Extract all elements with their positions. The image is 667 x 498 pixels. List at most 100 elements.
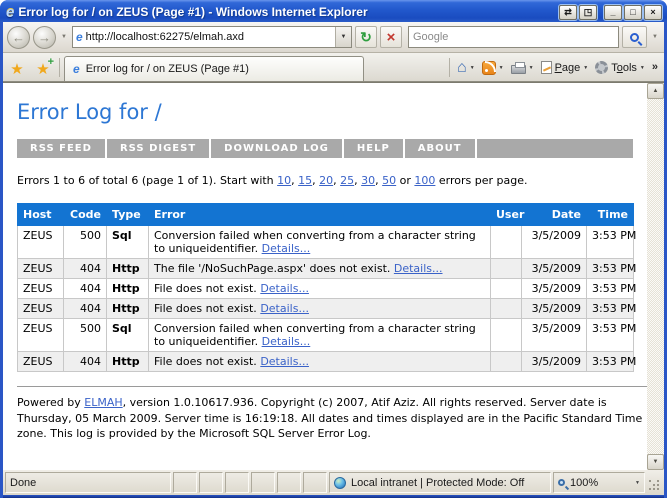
cell-host: ZEUS (17, 318, 64, 352)
cell-code: 404 (63, 298, 107, 319)
address-input[interactable] (85, 31, 332, 43)
nav-item-rss-feed[interactable]: RSS FEED (17, 139, 107, 158)
stop-button[interactable]: × (379, 26, 402, 48)
forward-button[interactable]: → (33, 25, 56, 49)
error-row: ZEUS 404 Http The file '/NoSuchPage.aspx' d… (17, 258, 636, 279)
close-button[interactable]: × (644, 4, 662, 20)
error-row: ZEUS 404 Http File does not exist. Details.… (17, 278, 636, 299)
page-menu-button[interactable]: Page ▼ (538, 59, 592, 76)
tab-title: Error log for / on ZEUS (Page #1) (85, 63, 249, 75)
chevron-down-icon: ▼ (498, 64, 504, 71)
error-row: ZEUS 404 Http File does not exist. Details.… (17, 298, 636, 319)
cell-error: File does not exist. Details... (148, 278, 491, 299)
cell-time: 3:53 PM (586, 258, 636, 279)
nav-item-help[interactable]: HELP (344, 139, 405, 158)
page-size-link[interactable]: 15 (298, 174, 312, 187)
divider (449, 58, 451, 77)
search-icon (630, 32, 640, 42)
elmah-link[interactable]: ELMAH (84, 396, 122, 409)
scroll-down-button[interactable]: ▼ (647, 454, 664, 470)
page-size-link[interactable]: 100 (414, 174, 435, 187)
details-link[interactable]: Details... (262, 242, 311, 255)
cell-user (490, 318, 522, 352)
zoom-control[interactable]: 100% ▼ (553, 472, 645, 493)
page-size-link[interactable]: 50 (382, 174, 396, 187)
status-message: Done (5, 472, 171, 493)
elmah-nav-bar: RSS FEED RSS DIGEST DOWNLOAD LOG HELP ABOUT (17, 139, 633, 158)
page-icon (540, 61, 552, 74)
column-header-host: Host (17, 203, 64, 226)
browser-window: e Error log for / on ZEUS (Page #1) - Wi… (0, 0, 667, 498)
ie-logo-icon: e (6, 3, 15, 21)
cell-time: 3:53 PM (586, 298, 636, 319)
details-link[interactable]: Details... (394, 262, 443, 275)
favorites-center-button[interactable]: ★ (5, 56, 29, 81)
minimize-button[interactable]: _ (604, 4, 622, 20)
details-link[interactable]: Details... (260, 302, 309, 315)
tab-spacer (366, 56, 445, 81)
star-icon: ★ (10, 60, 24, 78)
search-button[interactable] (622, 26, 648, 48)
feeds-button[interactable]: ▼ (479, 59, 507, 77)
tools-menu-button[interactable]: Tools ▼ (592, 59, 648, 76)
search-input[interactable] (412, 31, 615, 43)
nav-item-about[interactable]: ABOUT (405, 139, 477, 158)
zoom-level: 100% (570, 476, 599, 489)
add-favorite-button[interactable]: ★ (31, 56, 55, 81)
divider (17, 386, 647, 388)
nav-item-rss-digest[interactable]: RSS DIGEST (107, 139, 212, 158)
print-button[interactable]: ▼ (508, 59, 537, 76)
error-row: ZEUS 404 Http File does not exist. Details.… (17, 351, 636, 372)
details-link[interactable]: Details... (260, 355, 309, 368)
error-row: ZEUS 500 Sql Conversion failed when convert… (17, 225, 636, 259)
cell-type: Sql (106, 225, 149, 259)
popout-button[interactable]: ◳ (579, 4, 597, 20)
address-dropdown-icon[interactable]: ▼ (334, 27, 351, 47)
history-dropdown-icon[interactable]: ▼ (59, 34, 69, 40)
address-bar: e ▼ (71, 26, 352, 48)
home-button[interactable]: ⌂ ▼ (454, 59, 478, 77)
cell-code: 500 (63, 318, 107, 352)
cell-host: ZEUS (17, 278, 64, 299)
status-segment (199, 472, 223, 493)
status-segment (225, 472, 249, 493)
page-favicon-icon: e (75, 30, 83, 44)
refresh-button[interactable]: ↻ (354, 26, 377, 48)
column-header-date: Date (521, 203, 587, 226)
nav-item-download-log[interactable]: DOWNLOAD LOG (211, 139, 344, 158)
cell-date: 3/5/2009 (521, 318, 587, 352)
page-size-link[interactable]: 10 (277, 174, 291, 187)
chevron-down-icon[interactable]: ▼ (635, 480, 640, 486)
cell-date: 3/5/2009 (521, 258, 587, 279)
status-segment (303, 472, 327, 493)
back-button[interactable]: ← (7, 25, 30, 49)
toolbar-overflow-button[interactable]: » (649, 61, 661, 75)
host-keys-button[interactable]: ⇄ (559, 4, 577, 20)
elmah-page: Error Log for / RSS FEED RSS DIGEST DOWNLO… (3, 83, 647, 470)
vertical-scrollbar[interactable]: ▲ ▼ (647, 83, 664, 470)
tab-error-log[interactable]: e Error log for / on ZEUS (Page #1) (64, 56, 364, 81)
search-options-dropdown-icon[interactable]: ▼ (650, 34, 660, 40)
page-size-link[interactable]: 25 (340, 174, 354, 187)
column-header-code: Code (63, 203, 107, 226)
details-link[interactable]: Details... (260, 282, 309, 295)
zoom-magnifier-icon (558, 479, 565, 486)
star-plus-icon: ★ (36, 60, 50, 78)
cell-user (490, 278, 522, 299)
printer-icon (510, 62, 526, 74)
refresh-icon: ↻ (360, 28, 372, 45)
scroll-up-button[interactable]: ▲ (647, 83, 664, 99)
stop-icon: × (386, 28, 396, 46)
resize-grip-icon[interactable] (647, 472, 662, 493)
cell-type: Http (106, 298, 149, 319)
cell-date: 3/5/2009 (521, 278, 587, 299)
page-size-link[interactable]: 30 (361, 174, 375, 187)
cell-error: Conversion failed when converting from a… (148, 318, 491, 352)
details-link[interactable]: Details... (262, 335, 311, 348)
page-size-link[interactable]: 20 (319, 174, 333, 187)
footer-text: Powered by ELMAH, version 1.0.10617.936.… (17, 396, 643, 441)
table-header-row: Host Code Type Error User Date Time (17, 203, 634, 226)
cell-error: File does not exist. Details... (148, 298, 491, 319)
gear-icon (595, 61, 609, 74)
maximize-button[interactable]: □ (624, 4, 642, 20)
